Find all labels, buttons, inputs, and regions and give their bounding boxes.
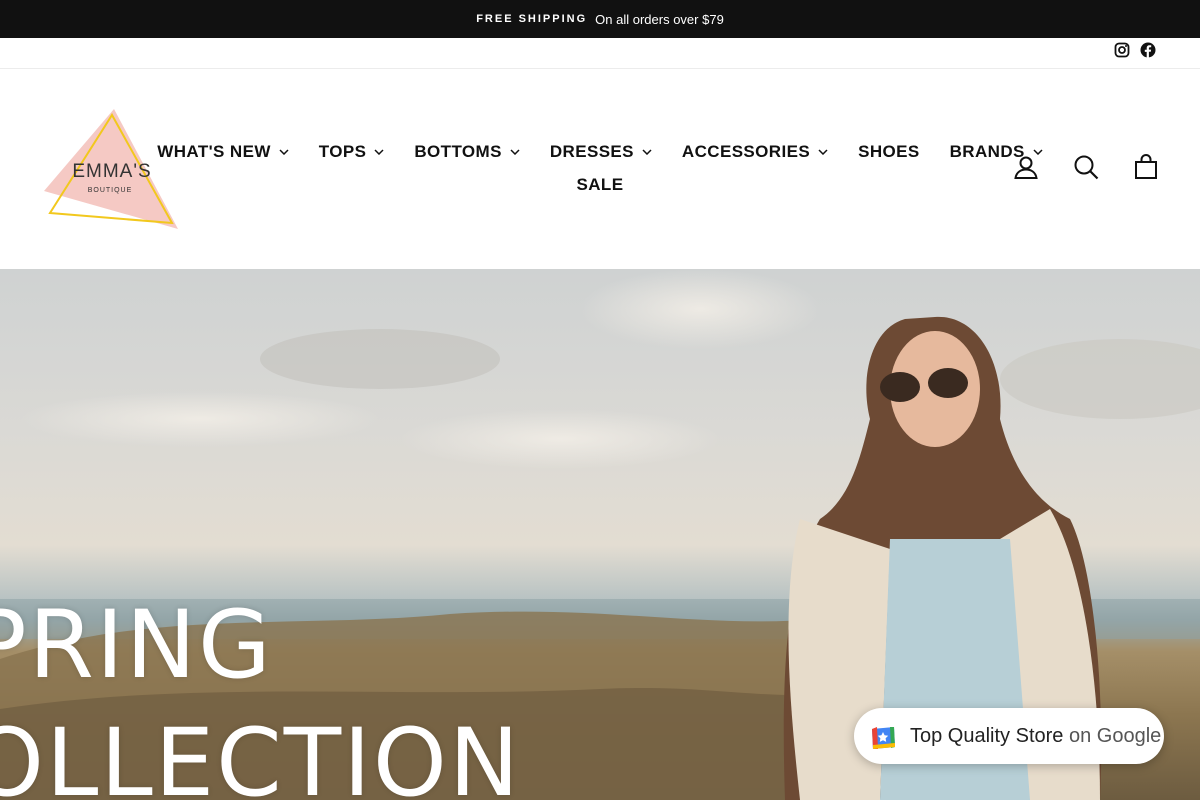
site-header: EMMA'S BOUTIQUE WHAT'S NEW TOPS BOTTOMS … xyxy=(0,69,1200,269)
announcement-text: On all orders over $79 xyxy=(595,11,724,27)
cart-icon[interactable] xyxy=(1132,153,1160,181)
hero-title-line-1: PRING xyxy=(0,591,273,700)
nav-item-label: SALE xyxy=(576,174,624,194)
chevron-down-icon xyxy=(510,148,520,155)
nav-item-bottoms[interactable]: BOTTOMS xyxy=(399,142,535,162)
nav-item-label: WHAT'S NEW xyxy=(157,141,271,161)
badge-text: Top Quality Store on Google xyxy=(910,725,1161,748)
search-icon[interactable] xyxy=(1072,153,1100,181)
logo[interactable]: EMMA'S BOUTIQUE xyxy=(44,109,178,229)
nav-item-whats-new[interactable]: WHAT'S NEW xyxy=(142,142,304,162)
hero-title: PRING OLLECTION xyxy=(0,587,521,800)
nav-row-2: SALE xyxy=(180,168,1020,201)
nav-item-accessories[interactable]: ACCESSORIES xyxy=(667,142,843,162)
utility-bar xyxy=(0,38,1200,69)
badge-label: Top Quality Store xyxy=(910,724,1064,747)
nav-item-label: SHOES xyxy=(858,141,920,161)
chevron-down-icon xyxy=(642,148,652,155)
nav-item-dresses[interactable]: DRESSES xyxy=(535,142,667,162)
announcement-bold: FREE SHIPPING xyxy=(476,13,588,25)
nav-row-1: WHAT'S NEW TOPS BOTTOMS DRESSES ACCESSOR… xyxy=(157,135,1043,168)
nav-item-label: ACCESSORIES xyxy=(681,141,811,161)
facebook-icon[interactable] xyxy=(1140,42,1156,58)
hero-title-line-2: OLLECTION xyxy=(0,709,522,800)
nav-item-label: DRESSES xyxy=(549,141,634,161)
account-icon[interactable] xyxy=(1012,153,1040,181)
nav-item-tops[interactable]: TOPS xyxy=(304,142,400,162)
social-links xyxy=(1114,42,1156,58)
nav-item-label: BOTTOMS xyxy=(414,141,502,161)
svg-text:EMMA'S: EMMA'S xyxy=(72,161,151,182)
chevron-down-icon xyxy=(374,148,384,155)
header-icons xyxy=(1012,153,1160,181)
chevron-down-icon xyxy=(279,148,289,155)
nav-item-shoes[interactable]: SHOES xyxy=(843,142,935,162)
google-shopping-bag-icon xyxy=(872,727,895,749)
announcement-bar: FREE SHIPPING On all orders over $79 xyxy=(0,0,1200,38)
chevron-down-icon xyxy=(818,148,828,155)
nav-item-label: TOPS xyxy=(318,141,367,161)
nav-item-sale[interactable]: SALE xyxy=(562,175,639,195)
main-nav: WHAT'S NEW TOPS BOTTOMS DRESSES ACCESSOR… xyxy=(157,135,1043,201)
svg-text:BOUTIQUE: BOUTIQUE xyxy=(88,187,133,194)
instagram-icon[interactable] xyxy=(1114,42,1130,58)
google-store-badge[interactable]: Top Quality Store on Google xyxy=(854,708,1164,764)
badge-suffix: on Google xyxy=(1068,724,1162,747)
